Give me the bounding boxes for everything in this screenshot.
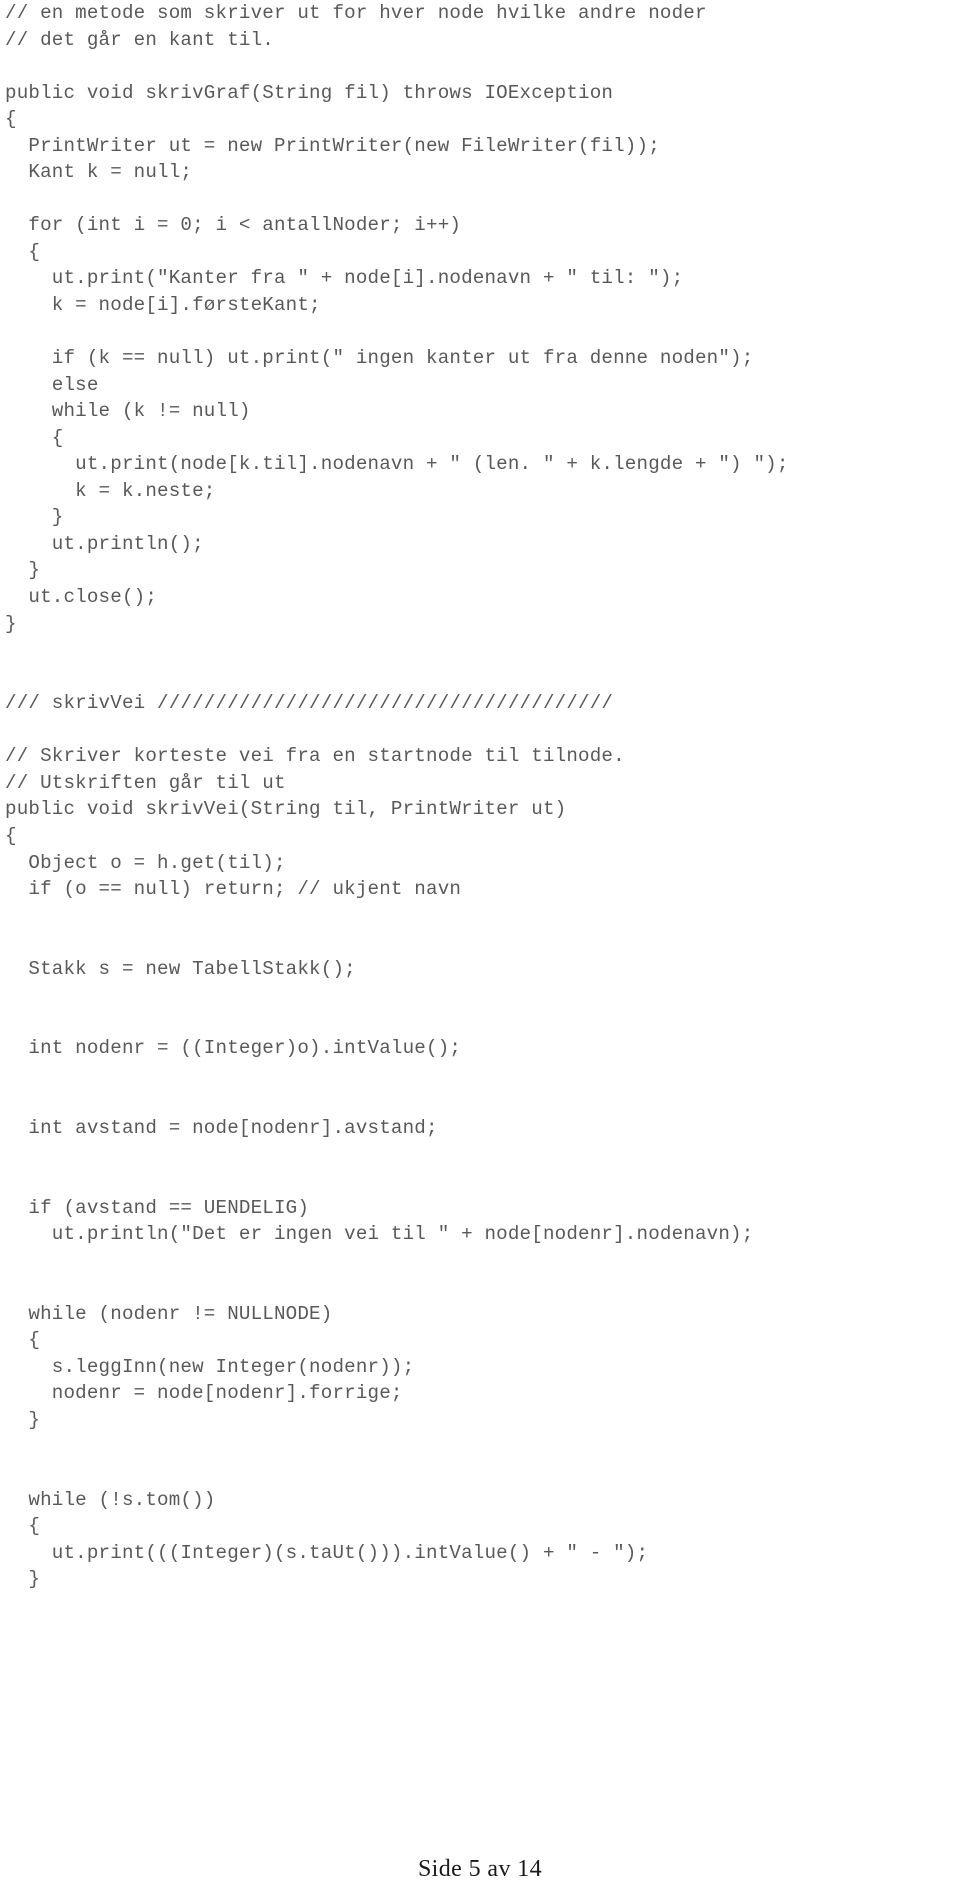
code-line: while (k != null) <box>5 400 251 423</box>
code-line: { <box>5 824 17 847</box>
code-line: ut.println(); <box>5 532 204 555</box>
code-line: public void skrivVei(String til, PrintWr… <box>5 798 567 821</box>
code-line: { <box>5 426 64 449</box>
code-line: } <box>5 1408 41 1431</box>
code-line: // Utskriften går til ut <box>5 771 286 794</box>
code-line: else <box>5 373 99 396</box>
code-line: nodenr = node[nodenr].forrige; <box>5 1382 403 1405</box>
code-line: int avstand = node[nodenr].avstand; <box>5 1116 438 1139</box>
code-line: /// skrivVei ///////////////////////////… <box>5 692 614 715</box>
code-line: for (int i = 0; i < antallNoder; i++) <box>5 214 462 237</box>
code-line: if (avstand == UENDELIG) <box>5 1196 310 1219</box>
code-line: k = node[i].førsteKant; <box>5 294 321 317</box>
code-line: ut.println("Det er ingen vei til " + nod… <box>5 1223 754 1246</box>
code-line: } <box>5 506 64 529</box>
code-line: if (k == null) ut.print(" ingen kanter u… <box>5 347 754 370</box>
code-line: Kant k = null; <box>5 161 193 184</box>
code-line: public void skrivGraf(String fil) throws… <box>5 81 614 104</box>
code-line: ut.close(); <box>5 586 158 609</box>
code-line: PrintWriter ut = new PrintWriter(new Fil… <box>5 134 660 157</box>
code-line: ut.print(((Integer)(s.taUt())).intValue(… <box>5 1541 649 1564</box>
code-line: // det går en kant til. <box>5 28 274 51</box>
code-line: if (o == null) return; // ukjent navn <box>5 878 462 901</box>
code-line: int nodenr = ((Integer)o).intValue(); <box>5 1037 462 1060</box>
code-line: ut.print(node[k.til].nodenavn + " (len. … <box>5 453 789 476</box>
code-listing: // en metode som skriver ut for hver nod… <box>5 0 955 1593</box>
code-line: k = k.neste; <box>5 479 216 502</box>
code-line: while (nodenr != NULLNODE) <box>5 1302 333 1325</box>
code-line: s.leggInn(new Integer(nodenr)); <box>5 1355 415 1378</box>
code-line: { <box>5 1515 41 1538</box>
code-line: } <box>5 559 41 582</box>
page-footer: Side 5 av 14 <box>0 1854 960 1884</box>
code-line: while (!s.tom()) <box>5 1488 216 1511</box>
code-line: Stakk s = new TabellStakk(); <box>5 957 356 980</box>
code-line: // Skriver korteste vei fra en startnode… <box>5 745 625 768</box>
code-line: // en metode som skriver ut for hver nod… <box>5 2 707 24</box>
code-line: } <box>5 1568 41 1591</box>
page-number-label: Side 5 av 14 <box>417 1856 543 1882</box>
code-line: { <box>5 108 17 131</box>
code-line: ut.print("Kanter fra " + node[i].nodenav… <box>5 267 684 290</box>
code-line: } <box>5 612 17 635</box>
code-line: { <box>5 1329 41 1352</box>
code-line: Object o = h.get(til); <box>5 851 286 874</box>
document-page: // en metode som skriver ut for hver nod… <box>0 0 960 1901</box>
code-line: { <box>5 240 41 263</box>
